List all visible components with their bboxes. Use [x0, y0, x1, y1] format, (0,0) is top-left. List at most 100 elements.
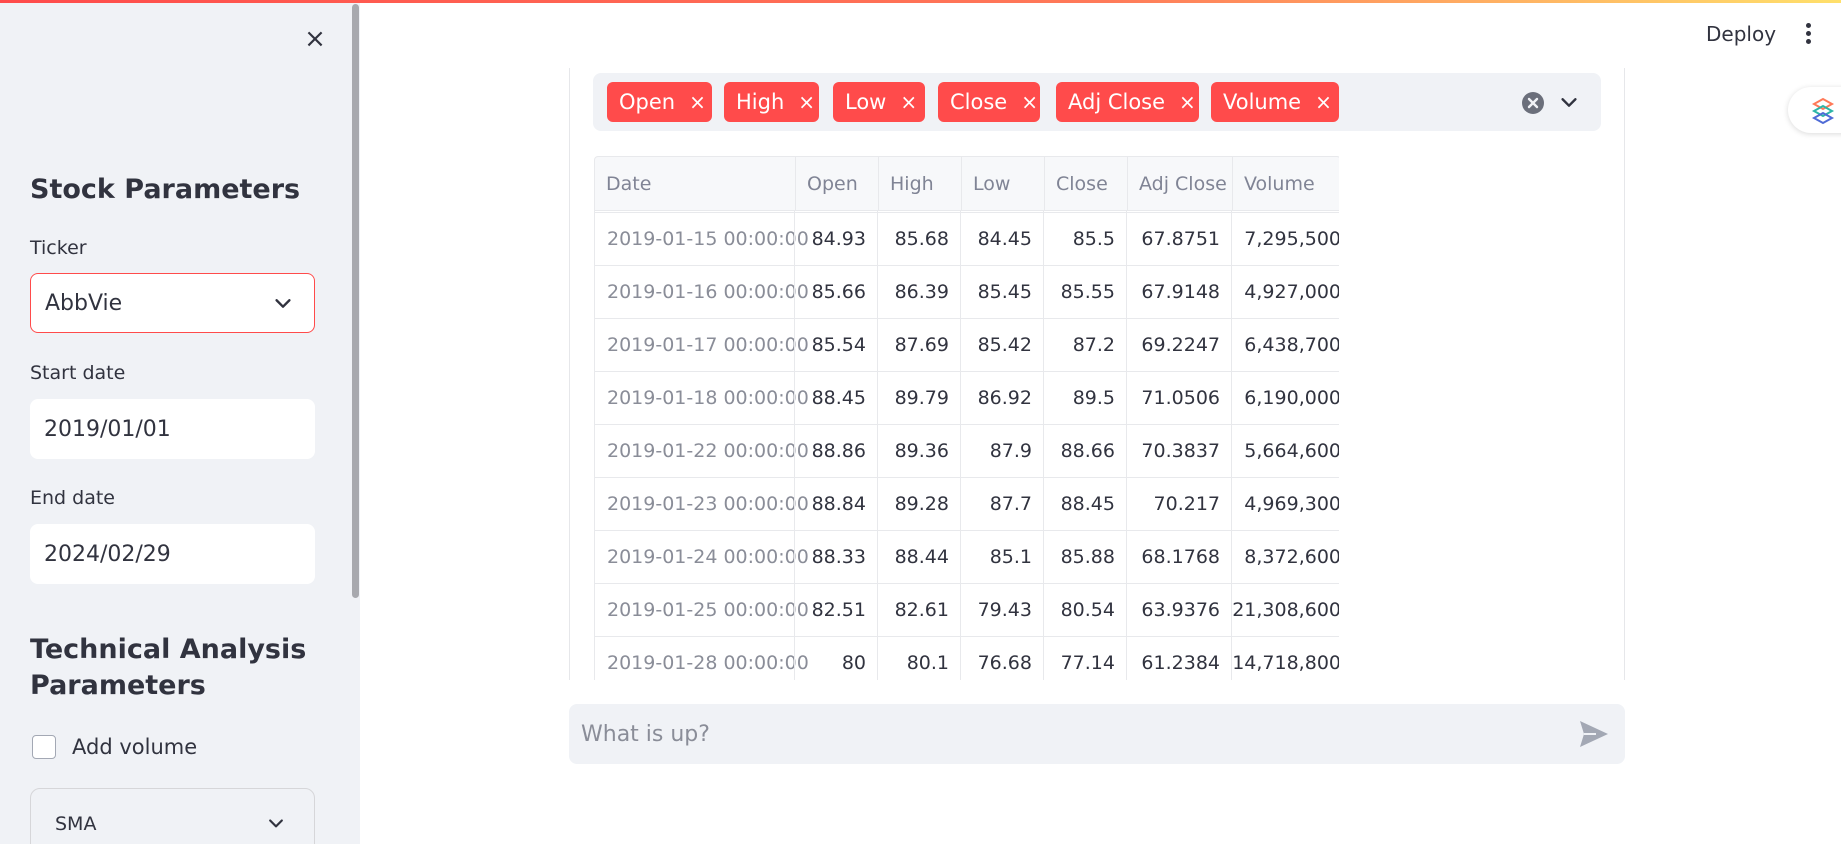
cell-date: 2019-01-18 00:00:00	[594, 372, 809, 424]
send-icon[interactable]	[1578, 719, 1610, 749]
table-row[interactable]: 2019-01-28 00:00:00 80 80.1 76.68 77.14 61.23…	[594, 637, 1339, 680]
cell-low: 85.42	[960, 319, 1043, 371]
cell-low: 79.43	[960, 584, 1043, 636]
technical-analysis-heading: Technical Analysis Parameters	[30, 632, 306, 704]
tag-label: High	[736, 90, 785, 114]
kebab-menu-icon[interactable]	[1798, 20, 1818, 50]
data-table[interactable]: 2019-01-14 00:00:0086.9786.9784.4584.766…	[594, 156, 1339, 680]
remove-tag-icon[interactable]: ×	[1179, 92, 1196, 112]
cell-adj-close: 69.2247	[1126, 319, 1231, 371]
cell-adj-close: 61.2384	[1126, 637, 1231, 680]
column-header-close[interactable]: Close	[1044, 157, 1127, 211]
end-date-label: End date	[30, 487, 115, 509]
cell-high: 89.28	[877, 478, 960, 530]
remove-tag-icon[interactable]: ×	[900, 92, 917, 112]
remove-tag-icon[interactable]: ×	[1021, 92, 1038, 112]
cell-date: 2019-01-22 00:00:00	[594, 425, 809, 477]
ticker-value: AbbVie	[45, 290, 123, 316]
cell-open: 88.45	[794, 372, 877, 424]
table-row[interactable]: 2019-01-18 00:00:00 88.45 89.79 86.92 89.5 71…	[594, 372, 1339, 425]
cell-close: 85.88	[1043, 531, 1126, 583]
tag-label: Open	[619, 90, 676, 114]
cell-volume: 14,718,800	[1231, 637, 1339, 680]
add-volume-label: Add volume	[72, 735, 198, 759]
table-row[interactable]: 2019-01-15 00:00:00 84.93 85.68 84.45 85.5 67…	[594, 213, 1339, 266]
cell-high: 82.61	[877, 584, 960, 636]
cell-date: 2019-01-15 00:00:00	[594, 213, 809, 265]
table-row[interactable]: 2019-01-23 00:00:00 88.84 89.28 87.7 88.45 70…	[594, 478, 1339, 531]
cell-open: 82.51	[794, 584, 877, 636]
cell-volume: 5,664,600	[1231, 425, 1339, 477]
cell-volume: 4,969,300	[1231, 478, 1339, 530]
column-header-low[interactable]: Low	[961, 157, 1044, 211]
cell-close: 85.5	[1043, 213, 1126, 265]
table-row[interactable]: 2019-01-25 00:00:00 82.51 82.61 79.43 80.54 6…	[594, 584, 1339, 637]
cell-adj-close: 70.217	[1126, 478, 1231, 530]
remove-tag-icon[interactable]: ×	[689, 92, 706, 112]
table-row[interactable]: 2019-01-24 00:00:00 88.33 88.44 85.1 85.88 68…	[594, 531, 1339, 584]
table-row[interactable]: 2019-01-22 00:00:00 88.86 89.36 87.9 88.66 70…	[594, 425, 1339, 478]
start-date-input[interactable]: 2019/01/01	[30, 399, 315, 459]
cell-high: 86.39	[877, 266, 960, 318]
tag-label: Close	[950, 90, 1008, 114]
cell-low: 76.68	[960, 637, 1043, 680]
column-header-high[interactable]: High	[878, 157, 961, 211]
cell-open: 80	[794, 637, 877, 680]
main-container-border-right	[1624, 68, 1625, 680]
cell-open: 88.33	[794, 531, 877, 583]
cell-volume: 7,295,500	[1231, 213, 1339, 265]
tag-low[interactable]: Low ×	[833, 82, 925, 122]
start-date-value: 2019/01/01	[44, 416, 171, 442]
end-date-input[interactable]: 2024/02/29	[30, 524, 315, 584]
indicator-select[interactable]: SMA	[30, 788, 315, 844]
cell-volume: 6,190,000	[1231, 372, 1339, 424]
cell-adj-close: 71.0506	[1126, 372, 1231, 424]
deploy-button[interactable]: Deploy	[1706, 22, 1776, 46]
cell-date: 2019-01-16 00:00:00	[594, 266, 809, 318]
cell-open: 88.84	[794, 478, 877, 530]
tag-adj-close[interactable]: Adj Close ×	[1056, 82, 1199, 122]
app-logo-widget[interactable]	[1788, 87, 1841, 133]
cell-adj-close: 63.9376	[1126, 584, 1231, 636]
table-row[interactable]: 2019-01-17 00:00:00 85.54 87.69 85.42 87.2 69…	[594, 319, 1339, 372]
ticker-label: Ticker	[30, 237, 87, 259]
remove-tag-icon[interactable]: ×	[1315, 92, 1332, 112]
chevron-down-icon	[269, 819, 283, 828]
clear-icon[interactable]	[1521, 91, 1545, 115]
tag-label: Low	[845, 90, 887, 114]
sidebar-scrollbar[interactable]	[352, 4, 359, 598]
column-header-adj-close[interactable]: Adj Close	[1127, 157, 1232, 211]
tag-open[interactable]: Open ×	[607, 82, 712, 122]
tag-label: Volume	[1223, 90, 1302, 114]
cell-close: 85.55	[1043, 266, 1126, 318]
top-decoration-bar	[0, 0, 1841, 3]
cell-date: 2019-01-28 00:00:00	[594, 637, 809, 680]
cell-adj-close: 67.8751	[1126, 213, 1231, 265]
cell-low: 84.45	[960, 213, 1043, 265]
column-header-open[interactable]: Open	[795, 157, 878, 211]
close-sidebar-icon[interactable]: ×	[300, 24, 330, 54]
cell-high: 89.79	[877, 372, 960, 424]
cell-open: 85.54	[794, 319, 877, 371]
tag-close[interactable]: Close ×	[938, 82, 1040, 122]
ticker-select[interactable]: AbbVie	[30, 273, 315, 333]
chat-input-bar	[569, 704, 1625, 764]
cell-high: 87.69	[877, 319, 960, 371]
cell-high: 85.68	[877, 213, 960, 265]
column-multiselect[interactable]: Open × High × Low × Close × Adj Close × …	[593, 73, 1601, 131]
tag-high[interactable]: High ×	[724, 82, 819, 122]
tag-volume[interactable]: Volume ×	[1211, 82, 1339, 122]
remove-tag-icon[interactable]: ×	[798, 92, 815, 112]
add-volume-checkbox[interactable]	[32, 735, 56, 759]
main-container-border-left	[569, 68, 570, 680]
chevron-down-icon[interactable]	[1558, 91, 1580, 113]
technical-analysis-heading-line2: Parameters	[30, 670, 206, 701]
column-header-date[interactable]: Date	[595, 157, 795, 211]
add-volume-checkbox-row[interactable]: Add volume	[32, 735, 197, 759]
chat-input[interactable]	[581, 704, 1531, 764]
column-header-volume[interactable]: Volume	[1232, 157, 1339, 211]
cell-adj-close: 68.1768	[1126, 531, 1231, 583]
cell-date: 2019-01-24 00:00:00	[594, 531, 809, 583]
table-row[interactable]: 2019-01-16 00:00:00 85.66 86.39 85.45 85.55 6…	[594, 266, 1339, 319]
cell-low: 87.7	[960, 478, 1043, 530]
